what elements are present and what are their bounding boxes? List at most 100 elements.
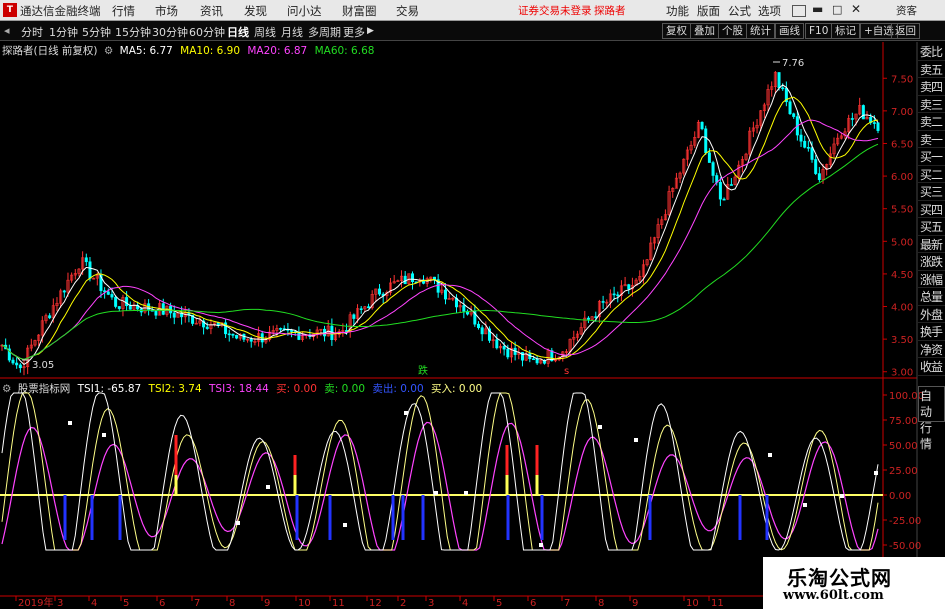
signal-marker: [404, 411, 408, 415]
quote-row-18[interactable]: 收益: [918, 358, 945, 376]
candle-body: [718, 182, 722, 200]
quote-row-11[interactable]: 最新: [918, 236, 945, 253]
indicator-y-tick-label: 75.00: [889, 416, 918, 427]
quote-row-3[interactable]: 卖三: [918, 96, 945, 113]
quote-row-16[interactable]: 换手: [918, 323, 945, 341]
x-tick-label: 6: [159, 598, 165, 609]
x-tick-label: 12: [369, 598, 382, 609]
sell-bar: [90, 495, 94, 540]
quote-row-15[interactable]: 外盘: [918, 306, 945, 323]
quote-row-2[interactable]: 卖四: [918, 78, 945, 96]
ma5-line: [1, 84, 879, 366]
y-tick-label: 3.00: [891, 368, 913, 379]
candle-body: [172, 312, 176, 318]
buy-bar: [293, 455, 297, 475]
quote-row-17[interactable]: 净资: [918, 341, 945, 358]
candle-body: [403, 275, 407, 285]
candle-body: [707, 152, 711, 163]
candle-body: [850, 118, 854, 120]
signal-marker: [236, 521, 240, 525]
x-tick-label: 9: [264, 598, 270, 609]
quote-row-12[interactable]: 涨跌: [918, 253, 945, 271]
candle-body: [506, 348, 510, 358]
candle-body: [367, 306, 371, 309]
candle-body: [502, 345, 506, 350]
candle-body: [594, 316, 598, 318]
quote-row-7[interactable]: 买二: [918, 166, 945, 183]
watermark: 乐淘公式网 www.60lt.com: [763, 557, 945, 609]
quote-row-4[interactable]: 卖二: [918, 113, 945, 131]
candle-body: [106, 291, 110, 295]
x-tick-label: 4: [91, 598, 97, 609]
x-tick-label: 5: [123, 598, 129, 609]
x-tick-label: 2019年: [18, 596, 53, 609]
candle-body: [297, 332, 301, 340]
candle-body: [777, 72, 781, 89]
tsi3-line: [1, 421, 879, 551]
candle-body: [810, 147, 814, 160]
sell-bar: [391, 495, 395, 540]
y-tick-label: 5.50: [891, 205, 913, 216]
candle-body: [279, 328, 283, 330]
ma60-line: [1, 143, 879, 361]
signal-marker: [598, 425, 602, 429]
candle-body: [817, 173, 821, 180]
signal-marker: [102, 433, 106, 437]
candle-body: [352, 314, 356, 319]
y-tick-label: 5.00: [891, 237, 913, 248]
y-tick-label: 7.00: [891, 107, 913, 118]
quote-row-8[interactable]: 买三: [918, 183, 945, 201]
quote-row-10[interactable]: 买五: [918, 218, 945, 236]
quote-row-0[interactable]: 委比: [918, 43, 945, 61]
candle-body: [814, 159, 818, 174]
candle-body: [781, 87, 785, 90]
x-tick-label: 3: [57, 598, 63, 609]
candle-body: [476, 323, 480, 328]
buy-bar: [174, 435, 178, 475]
low-label: 3.05: [32, 360, 54, 371]
candle-body: [411, 273, 415, 283]
signal-marker: [434, 491, 438, 495]
candle-body: [378, 288, 382, 295]
candle-body: [154, 310, 158, 316]
signal-marker: [343, 523, 347, 527]
sell-bar: [506, 495, 510, 540]
x-tick-label: 6: [530, 598, 536, 609]
buy-bar-base: [505, 475, 509, 495]
candle-body: [612, 293, 616, 296]
candle-body: [788, 101, 792, 115]
candle-body: [462, 305, 466, 312]
buy-bar-base: [174, 475, 178, 495]
signal-marker: [68, 421, 72, 425]
candle-body: [117, 306, 121, 309]
auto-quote-toggle[interactable]: 自动 行情: [918, 386, 945, 451]
chart-canvas[interactable]: 7.50 7.00 6.50 6.00 5.50 5.00 4.50 4.00 3.50 3.00…: [0, 0, 945, 609]
candle-body: [480, 327, 484, 335]
y-tick-label: 6.00: [891, 172, 913, 183]
watermark-title: 乐淘公式网: [787, 566, 892, 590]
quote-row-1[interactable]: 卖五: [918, 61, 945, 78]
signal-marker: [464, 491, 468, 495]
candle-body: [806, 147, 810, 149]
x-tick-label: 4: [462, 598, 468, 609]
quote-row-9[interactable]: 买四: [918, 201, 945, 218]
watermark-url: www.60lt.com: [783, 588, 884, 603]
candle-body: [249, 338, 253, 342]
candle-body: [729, 184, 733, 186]
indicator-y-tick-label: 0.00: [889, 491, 911, 502]
tsi1-line: [1, 392, 879, 551]
candle-body: [11, 359, 15, 364]
x-tick-label: 2: [400, 598, 406, 609]
quote-row-13[interactable]: 涨幅: [918, 271, 945, 288]
x-tick-label: 5: [496, 598, 502, 609]
quote-row-5[interactable]: 卖一: [918, 131, 945, 148]
quote-row-14[interactable]: 总量: [918, 288, 945, 306]
candle-body: [616, 294, 620, 297]
quote-row-6[interactable]: 买一: [918, 148, 945, 166]
candle-body: [535, 358, 539, 364]
signal-marker: [803, 503, 807, 507]
indicator-y-tick-label: 50.00: [889, 441, 918, 452]
y-tick-label: 4.50: [891, 270, 913, 281]
candle-body: [799, 134, 803, 142]
signal-marker: [539, 543, 543, 547]
